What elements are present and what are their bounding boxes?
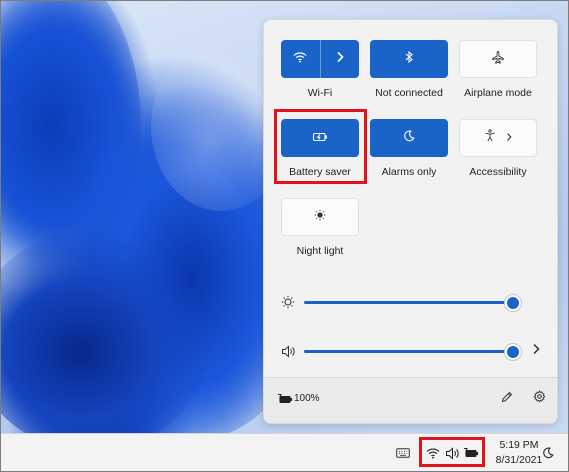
focus-assist-tile[interactable] bbox=[370, 119, 448, 157]
volume-output-chevron-button[interactable] bbox=[528, 343, 544, 359]
brightness-icon bbox=[314, 208, 326, 226]
battery-percentage: 100% bbox=[294, 393, 320, 404]
volume-slider-thumb[interactable] bbox=[505, 344, 521, 360]
airplane-mode-label: Airplane mode bbox=[464, 87, 532, 99]
battery-saver-tile[interactable] bbox=[281, 119, 359, 157]
keyboard-icon[interactable] bbox=[395, 441, 411, 465]
wifi-icon bbox=[293, 50, 307, 68]
wifi-tile[interactable] bbox=[281, 40, 359, 78]
gear-icon bbox=[532, 390, 546, 408]
focus-assist-label: Alarms only bbox=[381, 166, 437, 178]
battery-saver-label: Battery saver bbox=[289, 166, 351, 178]
chevron-right-icon bbox=[532, 342, 540, 360]
speaker-icon[interactable] bbox=[444, 441, 460, 465]
quick-settings-panel: Wi-Fi Not connected Airplane mode Batter… bbox=[263, 19, 558, 424]
speaker-icon bbox=[280, 343, 296, 359]
wifi-label: Wi-Fi bbox=[307, 87, 333, 99]
sun-icon bbox=[280, 294, 296, 310]
accessibility-tile[interactable] bbox=[459, 119, 537, 157]
bluetooth-icon bbox=[404, 50, 414, 69]
taskbar: 5:19 PM 8/31/2021 bbox=[1, 433, 568, 471]
moon-icon bbox=[403, 129, 415, 147]
volume-slider-track bbox=[304, 350, 511, 353]
brightness-slider-thumb[interactable] bbox=[505, 295, 521, 311]
clock[interactable]: 5:19 PM 8/31/2021 bbox=[493, 438, 545, 468]
moon-icon[interactable] bbox=[540, 441, 556, 465]
night-light-label: Night light bbox=[296, 245, 344, 257]
battery-saver-icon bbox=[312, 129, 328, 147]
airplane-mode-tile[interactable] bbox=[459, 40, 537, 78]
chevron-right-icon bbox=[506, 129, 512, 147]
airplane-icon bbox=[491, 50, 505, 69]
quick-settings-footer: 100% bbox=[264, 377, 557, 423]
brightness-slider-track bbox=[304, 301, 511, 304]
clock-time: 5:19 PM bbox=[499, 439, 539, 451]
wifi-toggle[interactable] bbox=[281, 40, 320, 78]
edit-quick-settings-button[interactable] bbox=[498, 390, 516, 408]
chevron-right-icon bbox=[336, 50, 344, 68]
bluetooth-tile[interactable] bbox=[370, 40, 448, 78]
accessibility-icon bbox=[484, 129, 496, 147]
brightness-slider[interactable] bbox=[304, 294, 521, 311]
wifi-icon[interactable] bbox=[425, 441, 441, 465]
wifi-chevron-button[interactable] bbox=[321, 40, 360, 78]
bluetooth-label: Not connected bbox=[375, 87, 443, 99]
settings-button[interactable] bbox=[530, 390, 548, 408]
night-light-tile[interactable] bbox=[281, 198, 359, 236]
battery-charging-icon[interactable] bbox=[463, 441, 479, 465]
pencil-icon bbox=[501, 390, 513, 408]
accessibility-label: Accessibility bbox=[469, 166, 527, 178]
clock-date: 8/31/2021 bbox=[495, 454, 543, 466]
screen: Wi-Fi Not connected Airplane mode Batter… bbox=[0, 0, 569, 472]
volume-slider[interactable] bbox=[304, 343, 521, 360]
battery-charging-icon bbox=[277, 392, 293, 406]
